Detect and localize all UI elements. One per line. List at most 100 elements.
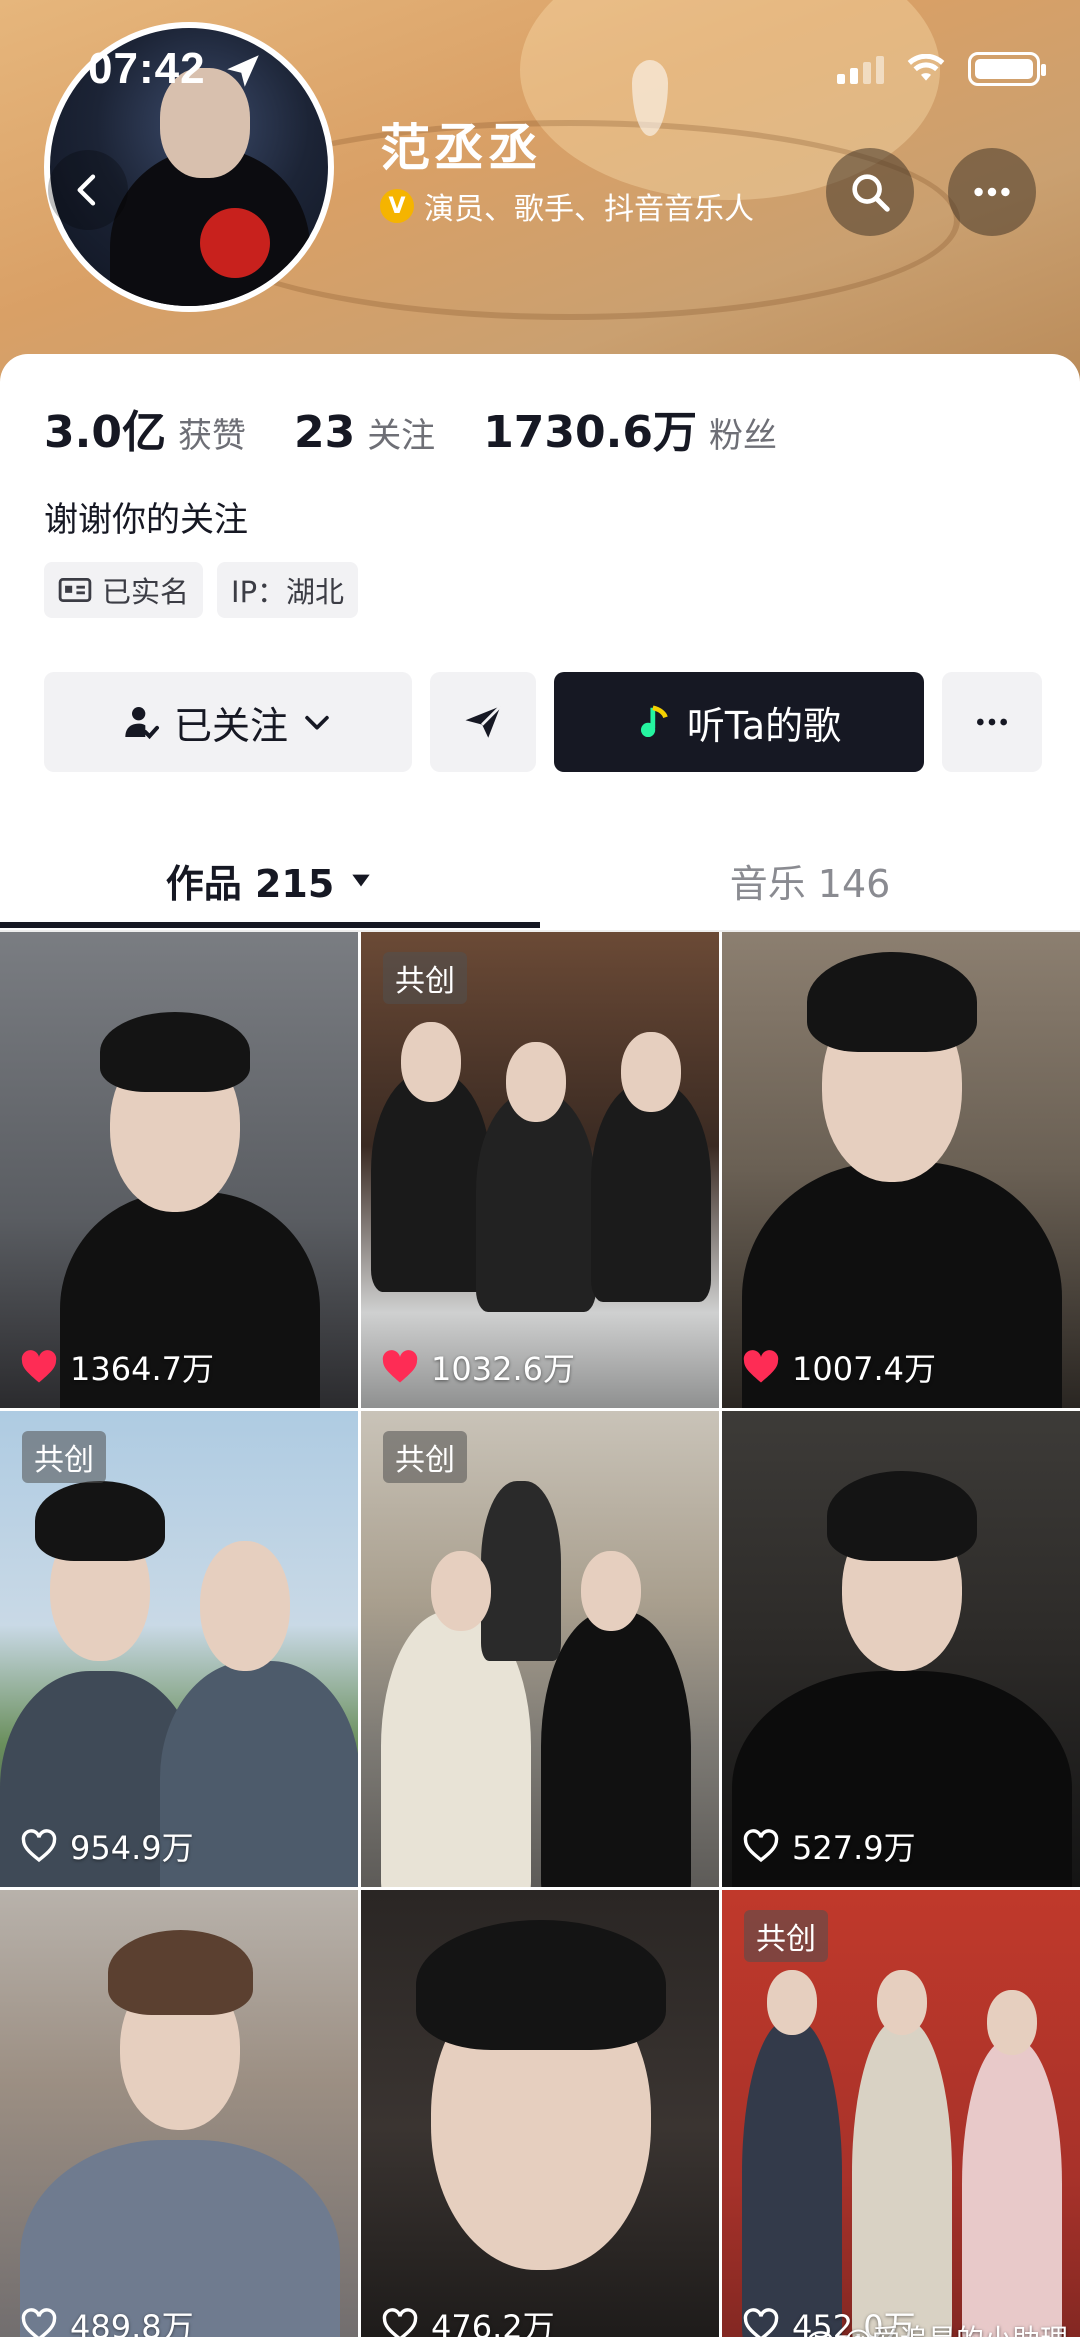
content-tabs: 作品 215 音乐 146 [0,828,1080,932]
thumbnail-figure [481,1481,561,1661]
heart-filled-icon [743,1350,779,1383]
following-count[interactable]: 23 [294,407,355,458]
following-button[interactable]: 已关注 [44,672,412,772]
weibo-watermark: @爱追星的小助理 [808,2318,1068,2337]
thumbnail-figure [621,1032,681,1112]
tab-indicator [0,922,540,928]
like-count: 954.9万 [20,1823,194,1869]
avatar-figure [200,208,270,278]
like-count: 489.8万 [20,2302,194,2337]
video-tile[interactable]: 共创 452.0万 @爱追星的小助理 [722,1890,1080,2337]
like-count: 476.2万 [381,2302,555,2337]
thumbnail-figure [827,1471,977,1561]
search-icon [852,174,890,212]
like-count-text: 954.9万 [70,1829,194,1867]
thumbnail-figure [767,1970,817,2035]
action-buttons: 已关注 听Ta的歌 [44,672,1042,772]
like-count: 1032.6万 [381,1344,575,1390]
profile-role: V 演员、歌手、抖音音乐人 [380,184,754,228]
thumbnail-figure [416,1920,666,2050]
music-note-icon [640,705,668,738]
thumbnail-figure [506,1042,566,1122]
video-tile[interactable]: 476.2万 [361,1890,719,2337]
tab-works[interactable]: 作品 215 [0,828,540,932]
video-tile[interactable]: 1007.4万 [722,932,1080,1408]
bio-text: 谢谢你的关注 [44,500,248,540]
video-tile[interactable]: 共创 1032.6万 [361,932,719,1408]
co-creation-tag: 共创 [383,1431,467,1483]
watermark-text: @爱追星的小助理 [844,2318,1068,2337]
ip-tag-label: IP：湖北 [231,575,345,609]
heart-outline-icon [743,1829,779,1863]
thumbnail-figure [108,1930,253,2015]
thumbnail-figure [35,1481,165,1561]
ip-tag: IP：湖北 [217,562,359,618]
thumbnail-figure [962,2040,1062,2337]
like-count: 1007.4万 [742,1344,936,1390]
more-actions-button[interactable] [942,672,1042,772]
heart-filled-icon [382,1350,418,1383]
video-tile[interactable]: 共创 [361,1411,719,1887]
video-tile[interactable]: 489.8万 [0,1890,358,2337]
listen-songs-label: 听Ta的歌 [686,703,842,748]
thumbnail-figure [431,1551,491,1631]
thumbnail-figure [100,1012,250,1092]
thumbnail-figure [987,1990,1037,2055]
thumbnail-figure [877,1970,927,2035]
thumbnail-figure [200,1541,290,1671]
signal-icon [837,54,884,84]
heart-outline-icon [382,2308,418,2337]
user-check-icon [125,707,159,740]
tab-music[interactable]: 音乐 146 [540,828,1080,932]
chevron-left-icon [77,174,96,206]
tab-works-label: 作品 215 [165,861,335,906]
send-icon [465,705,502,738]
heart-outline-icon [21,2308,57,2337]
video-tile[interactable]: 1364.7万 [0,932,358,1408]
thumbnail-figure [581,1551,641,1631]
thumbnail-figure [541,1611,691,1887]
more-button[interactable] [948,148,1036,236]
tab-music-label: 音乐 146 [729,861,891,906]
followers-label: 粉丝 [708,416,777,456]
verified-tag[interactable]: 已实名 [44,562,204,618]
like-count-text: 1364.7万 [70,1350,214,1388]
thumbnail-figure [742,2020,842,2337]
thumbnail-figure [852,2020,952,2337]
wifi-icon [907,54,945,81]
status-icons [837,52,1046,86]
listen-songs-button[interactable]: 听Ta的歌 [554,672,924,772]
likes-label: 获赞 [177,416,246,456]
co-creation-tag: 共创 [744,1910,828,1962]
battery-icon [968,52,1046,86]
id-card-icon [58,577,92,603]
like-count-text: 1007.4万 [792,1350,936,1388]
heart-outline-icon [743,2308,779,2337]
status-time: 07:42 [88,44,206,93]
following-button-label: 已关注 [173,703,288,748]
thumbnail-figure [401,1022,461,1102]
likes-count[interactable]: 3.0亿 [44,396,166,460]
more-dots-icon [977,718,1007,726]
co-creation-tag: 共创 [22,1431,106,1483]
thumbnail-figure [807,952,977,1052]
share-button[interactable] [430,672,536,772]
profile-name: 范丞丞 [380,119,542,177]
following-label: 关注 [367,416,436,456]
video-tile[interactable]: 527.9万 [722,1411,1080,1887]
back-button[interactable] [48,150,128,230]
video-tile[interactable]: 共创 954.9万 [0,1411,358,1887]
followers-count[interactable]: 1730.6万 [483,396,697,460]
like-count-text: 527.9万 [792,1829,916,1867]
heart-filled-icon [21,1350,57,1383]
like-count-text: 476.2万 [431,2308,555,2337]
like-count-text: 489.8万 [70,2308,194,2337]
location-arrow-icon [227,55,259,87]
profile-tags: 已实名 IP：湖北 [44,562,359,618]
co-creation-tag: 共创 [383,952,467,1004]
thumbnail-figure [591,1082,711,1302]
search-button[interactable] [826,148,914,236]
verified-tag-label: 已实名 [102,575,190,609]
weibo-icon [808,2331,833,2337]
chevron-down-icon [305,715,329,730]
